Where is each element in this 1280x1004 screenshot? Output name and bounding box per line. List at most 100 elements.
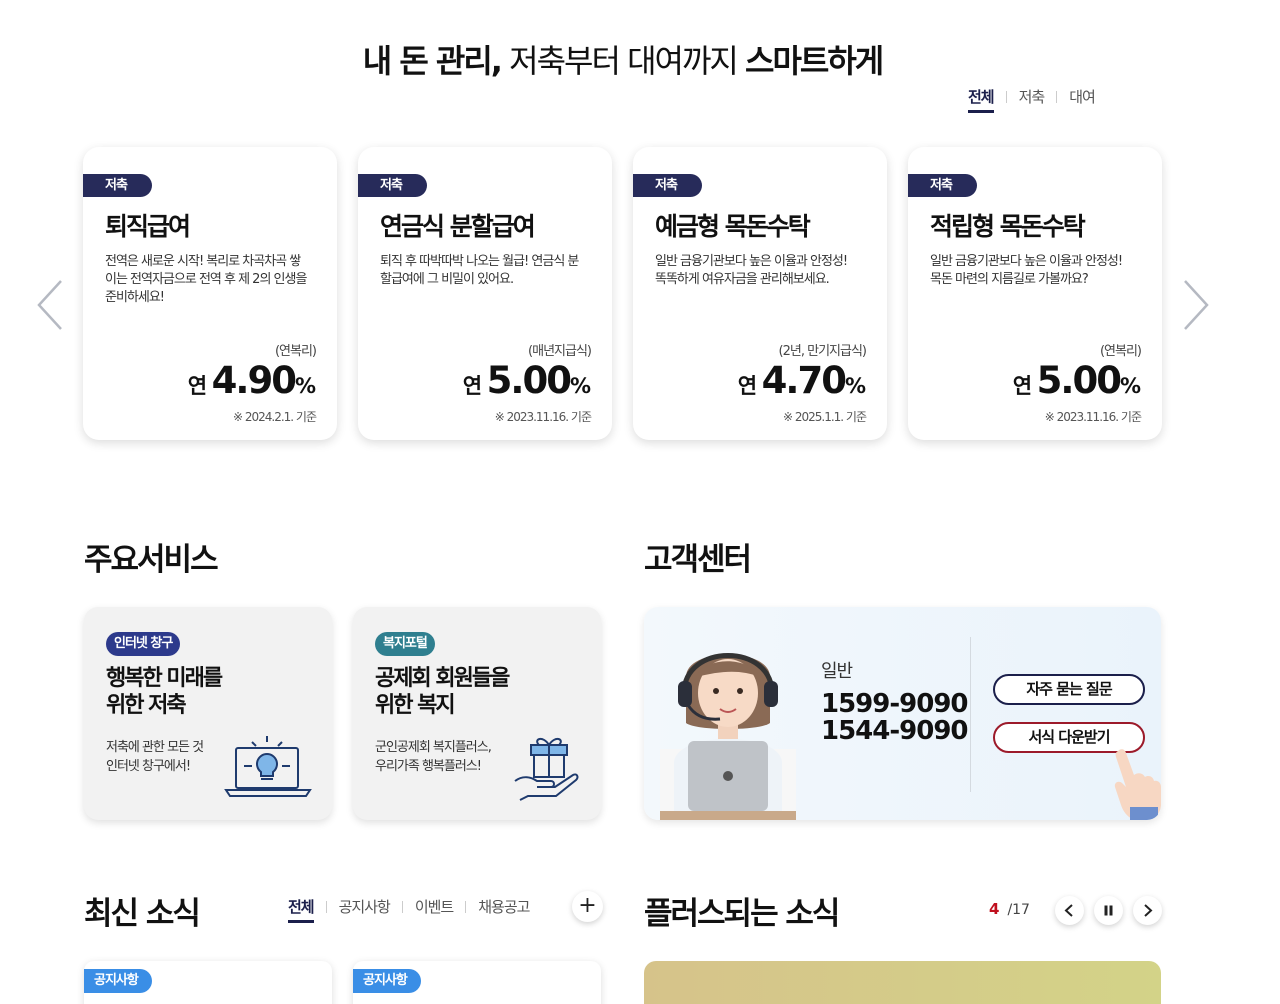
product-title: 예금형 목돈수탁 [655,212,811,241]
product-rate-basis: ※ 2023.11.16. 기준 [494,410,592,424]
tab-divider [1005,90,1007,103]
news-tab-event[interactable]: 이벤트 [415,896,454,923]
customer-center-panel: 일반 1599-9090 1544-9090 자주 묻는 질문 서식 다운받기 [644,607,1161,820]
product-card-deposit-trust[interactable]: 저축 예금형 목돈수탁 일반 금융기관보다 높은 이율과 안정성! 똑똑하게 여… [633,147,887,440]
service-title: 공제회 회원들을 위한 복지 [375,665,510,719]
product-badge: 저축 [358,174,427,197]
product-rate-basis: ※ 2023.11.16. 기준 [1044,410,1142,424]
rate-value: 4.90 [211,359,297,402]
laptop-bulb-icon [224,736,312,797]
rate-value: 4.70 [761,359,847,402]
service-title-line: 공제회 회원들을 [375,666,510,691]
slide-prev-button[interactable] [1055,896,1084,925]
news-badge: 공지사항 [353,969,421,993]
service-badge: 인터넷 창구 [106,632,181,656]
chevron-right-icon [1184,280,1209,330]
product-card-installment-trust[interactable]: 저축 적립형 목돈수탁 일반 금융기관보다 높은 이율과 안정성! 목돈 마련의… [908,147,1162,440]
phone-number-primary[interactable]: 1599-9090 [821,689,969,719]
rate-unit: % [294,374,316,398]
service-title: 행복한 미래를 위한 저축 [106,665,223,719]
product-rate: 연 5.00% [1013,359,1141,402]
chevron-left-icon [1064,904,1073,917]
product-rate-note: (연복리) [1099,344,1142,359]
news-tab-all[interactable]: 전체 [288,896,315,923]
chevron-right-icon [1144,904,1153,917]
product-filter-tabs: 전체 저축 대여 [968,86,1096,113]
gift-hand-icon [514,738,579,801]
plus-news-banner[interactable] [644,961,1161,1004]
rate-prefix: 연 [462,374,482,398]
service-title-line: 위한 저축 [106,693,187,718]
news-card[interactable]: 공지사항 [84,961,332,1004]
product-card-retirement[interactable]: 저축 퇴직급여 전역은 새로운 시작! 복리로 차곡차곡 쌓이는 전역자금으로 … [83,147,337,440]
product-rate-note: (매년지급식) [528,344,592,359]
customer-center-label: 일반 [821,661,853,682]
call-center-agent-icon [660,653,796,820]
rate-unit: % [844,374,866,398]
tab-divider [401,900,403,913]
product-description: 일반 금융기관보다 높은 이율과 안정성! 똑똑하게 여유자금을 관리해보세요. [655,254,848,287]
product-card-pension[interactable]: 저축 연금식 분할급여 퇴직 후 따박따박 나오는 월급! 연금식 분할급여에 … [358,147,612,440]
service-desc-line: 우리가족 행복플러스! [375,759,482,774]
product-title: 퇴직급여 [105,212,191,241]
tab-loan[interactable]: 대여 [1069,86,1096,113]
slide-current: 4 [989,900,1000,918]
slide-next-button[interactable] [1133,896,1162,925]
service-desc-line: 군인공제회 복지플러스, [375,740,492,755]
rate-value: 5.00 [486,359,572,402]
rate-prefix: 연 [187,374,207,398]
news-tab-notice[interactable]: 공지사항 [339,896,391,923]
chevron-left-icon [37,280,62,330]
news-filter-tabs: 전체 공지사항 이벤트 채용공고 [288,896,530,923]
product-rate-basis: ※ 2024.2.1. 기준 [232,410,317,424]
product-badge: 저축 [83,174,152,197]
services-section-title: 주요서비스 [84,542,219,578]
rate-prefix: 연 [1012,374,1032,398]
product-description: 일반 금융기관보다 높은 이율과 안정성! 목돈 마련의 지름길로 가볼까요? [930,254,1123,287]
news-badge: 공지사항 [84,969,152,993]
service-description: 저축에 관한 모든 것 인터넷 창구에서! [106,738,204,776]
product-rate: 연 5.00% [463,359,591,402]
customer-center-title: 고객센터 [644,542,752,578]
product-rate: 연 4.90% [188,359,316,402]
carousel-next-button[interactable] [1181,278,1211,332]
slide-total: /17 [1007,902,1030,918]
product-title: 연금식 분할급여 [380,212,536,241]
product-badge: 저축 [633,174,702,197]
product-rate: 연 4.70% [738,359,866,402]
faq-button[interactable]: 자주 묻는 질문 [993,674,1145,705]
news-card[interactable]: 공지사항 [353,961,601,1004]
service-desc-line: 저축에 관한 모든 것 [106,740,204,755]
rate-value: 5.00 [1036,359,1122,402]
plus-news-title: 플러스되는 소식 [644,896,840,932]
rate-unit: % [1119,374,1141,398]
product-badge: 저축 [908,174,977,197]
pause-icon [1104,905,1113,916]
service-badge: 복지포털 [375,632,435,656]
news-more-button[interactable]: + [572,891,603,922]
product-description: 퇴직 후 따박따박 나오는 월급! 연금식 분할급여에 그 비밀이 있어요. [380,254,579,287]
vertical-divider [970,637,971,792]
phone-number-secondary[interactable]: 1544-9090 [821,716,969,746]
service-desc-line: 인터넷 창구에서! [106,759,191,774]
carousel-prev-button[interactable] [35,278,65,332]
product-title: 적립형 목돈수탁 [930,212,1086,241]
news-tab-recruit[interactable]: 채용공고 [478,896,530,923]
service-description: 군인공제회 복지플러스, 우리가족 행복플러스! [375,738,492,776]
product-rate-basis: ※ 2025.1.1. 기준 [782,410,867,424]
rate-unit: % [569,374,591,398]
page-title-thin: 저축부터 대여까지 [509,42,739,80]
service-card-welfare-portal[interactable]: 복지포털 공제회 회원들을 위한 복지 군인공제회 복지플러스, 우리가족 행복… [353,607,601,820]
product-rate-note: (연복리) [274,344,317,359]
news-section-title: 최신 소식 [84,896,201,932]
tab-divider [465,900,467,913]
tab-savings[interactable]: 저축 [1019,86,1046,113]
tab-all[interactable]: 전체 [968,86,995,113]
tab-divider [325,900,327,913]
slide-pause-button[interactable] [1094,896,1123,925]
page-title-bold-1: 내 돈 관리, [362,42,503,80]
pointing-hand-icon [1114,749,1161,820]
service-title-line: 위한 복지 [375,693,456,718]
service-card-internet-branch[interactable]: 인터넷 창구 행복한 미래를 위한 저축 저축에 관한 모든 것 인터넷 창구에… [84,607,332,820]
product-rate-note: (2년, 만기지급식) [778,344,867,359]
